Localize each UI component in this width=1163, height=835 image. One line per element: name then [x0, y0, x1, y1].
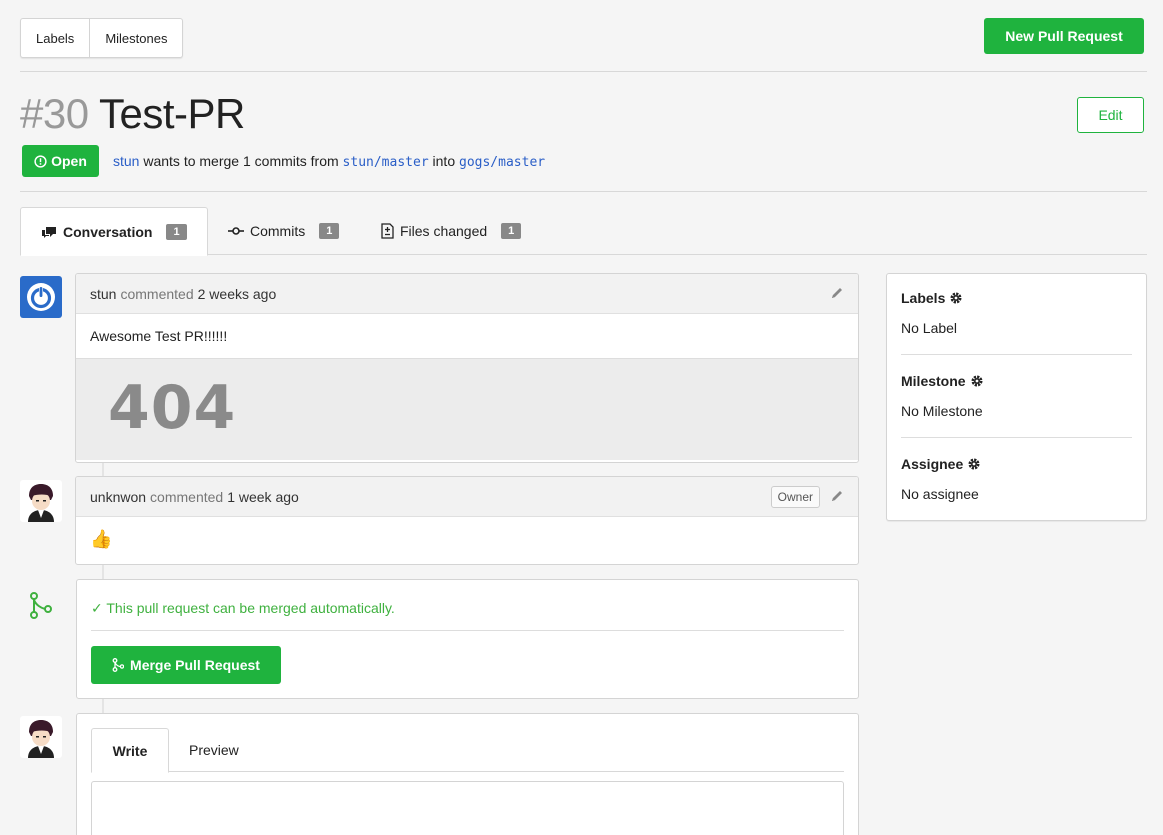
merge-status: ✓ This pull request can be merged automa… — [91, 600, 395, 616]
comment-author[interactable]: unknwon — [90, 489, 146, 505]
merge-pull-request-button[interactable]: Merge Pull Request — [91, 646, 281, 684]
owner-badge: Owner — [770, 486, 820, 508]
milestone-title: Milestone — [901, 373, 966, 389]
merge-text: wants to merge — [143, 153, 240, 169]
labels-value: No Label — [901, 320, 958, 336]
comment: stun commented 2 weeks ago Awesome Test … — [75, 273, 859, 463]
sidebar: Labels No Label Milestone No Milestone A… — [886, 273, 1147, 521]
milestone-section: Milestone No Milestone — [901, 373, 1132, 419]
base-branch[interactable]: gogs/master — [459, 155, 545, 170]
tab-count: 1 — [319, 223, 340, 239]
milestone-value: No Milestone — [901, 403, 983, 419]
divider — [20, 191, 1147, 192]
divider — [901, 354, 1132, 355]
avatar[interactable] — [20, 716, 62, 758]
power-avatar-icon — [27, 283, 55, 311]
git-merge-icon — [30, 592, 52, 619]
comment-header: stun commented 2 weeks ago — [76, 274, 858, 314]
avatar[interactable] — [20, 480, 62, 522]
tab-conversation[interactable]: Conversation 1 — [20, 207, 208, 256]
tab-count: 1 — [166, 223, 187, 240]
comment-editor: Write Preview — [76, 713, 859, 835]
status-badge: Open — [22, 145, 99, 177]
tab-write[interactable]: Write — [91, 728, 169, 773]
comment-time: 1 week ago — [227, 488, 299, 505]
comment-author[interactable]: stun — [90, 286, 116, 302]
tab-commits[interactable]: Commits 1 — [228, 207, 340, 255]
tab-label: Commits — [250, 223, 306, 239]
comment: unknwon commented 1 week ago Owner 👍 — [75, 476, 859, 565]
gear-icon[interactable] — [970, 374, 984, 388]
divider — [91, 630, 844, 631]
author-link[interactable]: stun — [113, 153, 139, 169]
merge-box: ✓ This pull request can be merged automa… — [76, 579, 859, 699]
avatar[interactable] — [20, 276, 62, 318]
merge-text: commits from — [254, 153, 339, 169]
new-pull-request-button[interactable]: New Pull Request — [984, 18, 1144, 54]
comment-header: unknwon commented 1 week ago Owner — [76, 477, 858, 517]
merge-info: stun wants to merge 1 commits from stun/… — [113, 153, 545, 170]
pr-title: Test-PR — [99, 90, 245, 137]
assignee-value: No assignee — [901, 486, 979, 502]
page-title: #30 Test-PR — [20, 90, 245, 138]
divider — [901, 437, 1132, 438]
comment-image: 404 — [76, 358, 858, 460]
tab-preview[interactable]: Preview — [189, 728, 239, 772]
user-avatar-icon — [28, 484, 54, 522]
comment-action: commented — [120, 285, 194, 302]
image-text: 404 — [108, 373, 237, 443]
assignee-title: Assignee — [901, 456, 964, 472]
git-merge-icon — [112, 658, 125, 672]
pencil-icon[interactable] — [830, 286, 844, 300]
comment-textarea[interactable] — [91, 781, 844, 835]
labels-section: Labels No Label — [901, 290, 1132, 336]
editor-tabs: Write Preview — [91, 728, 844, 773]
comment-body: Awesome Test PR!!!!!! — [90, 328, 228, 344]
comment-time: 2 weeks ago — [197, 285, 277, 302]
head-branch[interactable]: stun/master — [343, 155, 429, 170]
tab-label: Conversation — [63, 223, 153, 240]
comments-icon — [42, 226, 56, 238]
gear-icon[interactable] — [967, 457, 981, 471]
gear-icon[interactable] — [949, 291, 963, 305]
assignee-section: Assignee No assignee — [901, 456, 1132, 502]
pr-number: #30 — [20, 90, 89, 137]
file-diff-icon — [381, 223, 394, 239]
tab-count: 1 — [501, 223, 522, 239]
top-nav: Labels Milestones — [20, 18, 184, 58]
tab-files-changed[interactable]: Files changed 1 — [381, 207, 522, 255]
comment-action: commented — [150, 488, 224, 505]
merge-text: into — [432, 153, 456, 169]
commit-count: 1 — [242, 153, 251, 169]
merge-button-label: Merge Pull Request — [130, 657, 260, 673]
tab-label: Files changed — [400, 223, 488, 239]
edit-button[interactable]: Edit — [1077, 97, 1144, 133]
pr-tabs: Conversation 1 Commits 1 Files changed 1 — [20, 207, 1147, 256]
comment-body: 👍 — [90, 529, 113, 549]
status-label: Open — [51, 153, 87, 169]
user-avatar-icon — [28, 720, 54, 758]
alert-circle-icon — [34, 154, 47, 168]
divider — [20, 71, 1147, 72]
labels-link[interactable]: Labels — [21, 19, 89, 57]
pencil-icon[interactable] — [830, 489, 844, 503]
commit-icon — [228, 227, 244, 235]
milestones-link[interactable]: Milestones — [89, 19, 182, 57]
labels-title: Labels — [901, 290, 946, 306]
